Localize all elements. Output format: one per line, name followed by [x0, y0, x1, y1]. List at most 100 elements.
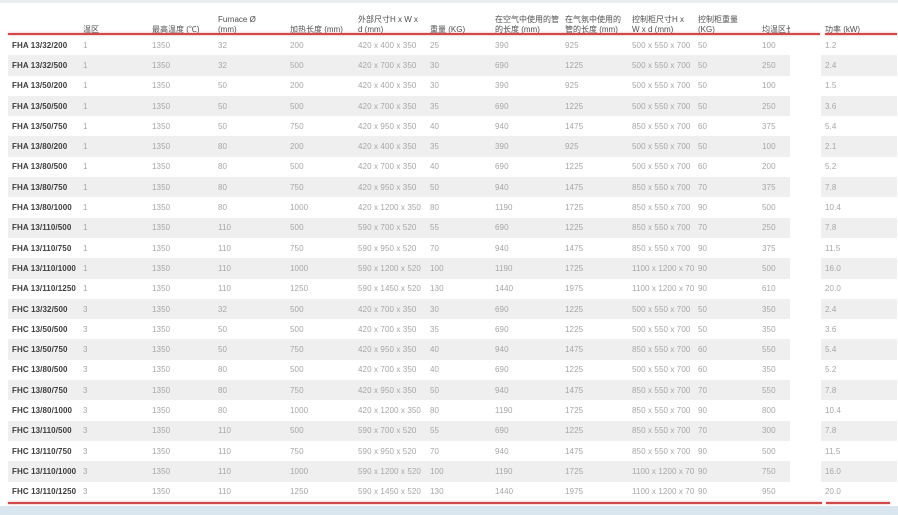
cell-cabinet-dims: 850 x 550 x 700: [632, 446, 691, 456]
column-header-tube-length-air: 在空气中使用的管的长度 (mm): [491, 5, 561, 35]
cell-cabinet-dims: 500 x 550 x 700: [632, 324, 691, 334]
cell-weight: 30: [426, 55, 491, 76]
cell-cabinet-dims: 850 x 550 x 700: [632, 121, 691, 131]
cell-tube-length-atmosphere: 1225: [561, 95, 628, 117]
cell-tube-length-air: 1190: [495, 405, 513, 415]
cell-heated-length: 750: [290, 446, 304, 456]
cell-max-temp: 1350: [152, 162, 171, 172]
table-row: FHA 13/110/750 1 1350 110 750 590 x 950 …: [8, 237, 897, 259]
cell-cabinet-weight: 90: [698, 446, 708, 456]
cell-uniform-zone: 250: [758, 95, 790, 117]
cell-max-temp: 1350: [148, 258, 214, 279]
cell-cabinet-dims: 500 x 550 x 700: [628, 55, 694, 76]
cell-max-temp: 1350: [152, 324, 171, 334]
cell-cabinet-dims: 1100 x 1200 x 700: [632, 487, 694, 497]
cell-model: FHA 13/80/750: [8, 177, 79, 198]
cell-uniform-zone: 500: [758, 258, 790, 279]
cell-power: 7.8: [821, 380, 897, 401]
table-row: FHA 13/32/500 1 1350 32 500 420 x 700 x …: [8, 55, 897, 76]
cell-weight: 40: [430, 121, 440, 131]
cell-power: 5.2: [825, 162, 837, 172]
cell-heated-length: 750: [286, 339, 354, 360]
column-gap: [790, 319, 821, 340]
cell-uniform-zone: 800: [762, 405, 776, 415]
cell-cabinet-weight: 50: [694, 298, 758, 320]
cell-zones: 1: [83, 40, 88, 50]
cell-power: 1.2: [825, 40, 837, 50]
cell-weight: 50: [426, 380, 491, 401]
column-gap: [790, 237, 821, 259]
cell-model: FHA 13/80/200: [8, 136, 79, 157]
table-row: FHA 13/80/500 1 1350 80 500 420 x 700 x …: [8, 156, 897, 178]
cell-max-temp: 1350: [152, 40, 171, 50]
cell-cabinet-weight: 90: [698, 487, 708, 497]
cell-external-dims: 420 x 950 x 350: [354, 380, 426, 401]
cell-heated-length: 500: [290, 162, 304, 172]
column-gap: [790, 55, 821, 76]
cell-model: FHC 13/50/750: [8, 339, 79, 360]
column-header-label: Furnace Ø (mm): [218, 15, 256, 34]
cell-cabinet-dims: 500 x 550 x 700: [632, 40, 691, 50]
cell-power: 2.1: [821, 136, 897, 157]
table-row: FHA 13/50/750 1 1350 50 750 420 x 950 x …: [8, 116, 897, 137]
cell-power: 2.4: [821, 55, 897, 76]
cell-heated-length: 500: [286, 420, 354, 441]
table-row: FHC 13/110/1250 3 1350 110 1250 590 x 14…: [8, 481, 897, 502]
cell-weight: 25: [430, 40, 440, 50]
cell-external-dims: 420 x 950 x 350: [358, 121, 417, 131]
cell-max-temp: 1350: [152, 365, 171, 375]
cell-model: FHC 13/32/500: [8, 298, 79, 320]
cell-tube-length-atmosphere: 1725: [565, 405, 584, 415]
cell-model: FHA 13/50/500: [8, 95, 79, 117]
cell-uniform-zone: 250: [758, 55, 790, 76]
cell-external-dims: 420 x 400 x 350: [354, 136, 426, 157]
cell-tube-length-atmosphere: 1225: [561, 420, 628, 441]
cell-heated-length: 750: [286, 380, 354, 401]
cell-model: FHA 13/110/1250: [12, 284, 76, 294]
cell-tube-length-atmosphere: 1725: [565, 203, 584, 213]
cell-zones: 1: [83, 203, 88, 213]
column-header-power: 功率 (kW): [821, 5, 897, 35]
cell-zones: 3: [83, 405, 88, 415]
cell-power: 10.4: [825, 405, 841, 415]
header-row: 温区 最高温度 (℃) Furnace Ø (mm) 加热长度 (mm) 外部尺…: [8, 5, 897, 35]
cell-zones: 3: [79, 298, 148, 320]
column-gap: [790, 217, 821, 238]
cell-weight: 70: [430, 243, 440, 253]
table-row: FHA 13/80/200 1 1350 80 200 420 x 400 x …: [8, 136, 897, 157]
cell-model: FHA 13/110/500: [8, 217, 79, 238]
cell-zones: 3: [79, 461, 148, 482]
cell-furnace-diameter: 50: [218, 121, 228, 131]
cell-max-temp: 1350: [148, 461, 214, 482]
cell-zones: 3: [83, 487, 88, 497]
cell-max-temp: 1350: [148, 136, 214, 157]
cell-tube-length-air: 940: [495, 446, 509, 456]
cell-zones: 3: [83, 324, 88, 334]
cell-cabinet-dims: 850 x 550 x 700: [628, 177, 694, 198]
cell-weight: 35: [426, 95, 491, 117]
cell-tube-length-air: 690: [495, 365, 509, 375]
cell-tube-length-air: 690: [491, 95, 561, 117]
cell-external-dims: 590 x 1200 x 520: [354, 258, 426, 279]
cell-cabinet-dims: 850 x 550 x 700: [628, 339, 694, 360]
column-gap: [790, 136, 821, 157]
cell-external-dims: 420 x 700 x 350: [358, 324, 417, 334]
cell-furnace-diameter: 110: [218, 446, 232, 456]
cell-external-dims: 590 x 700 x 520: [354, 420, 426, 441]
cell-uniform-zone: 500: [762, 203, 776, 213]
cell-external-dims: 590 x 1200 x 520: [354, 461, 426, 482]
cell-power: 11.5: [825, 446, 841, 456]
column-gap: [790, 116, 821, 137]
cell-cabinet-weight: 90: [698, 243, 708, 253]
cell-weight: 55: [426, 420, 491, 441]
cell-max-temp: 1350: [148, 420, 214, 441]
cell-model: FHC 13/80/1000: [12, 405, 73, 415]
cell-external-dims: 590 x 950 x 520: [358, 446, 417, 456]
cell-power: 20.0: [825, 487, 841, 497]
cell-heated-length: 1000: [286, 461, 354, 482]
cell-cabinet-dims: 850 x 550 x 700: [628, 380, 694, 401]
cell-max-temp: 1350: [152, 405, 171, 415]
cell-cabinet-weight: 50: [698, 40, 708, 50]
cell-furnace-diameter: 110: [218, 243, 232, 253]
cell-furnace-diameter: 50: [214, 339, 286, 360]
